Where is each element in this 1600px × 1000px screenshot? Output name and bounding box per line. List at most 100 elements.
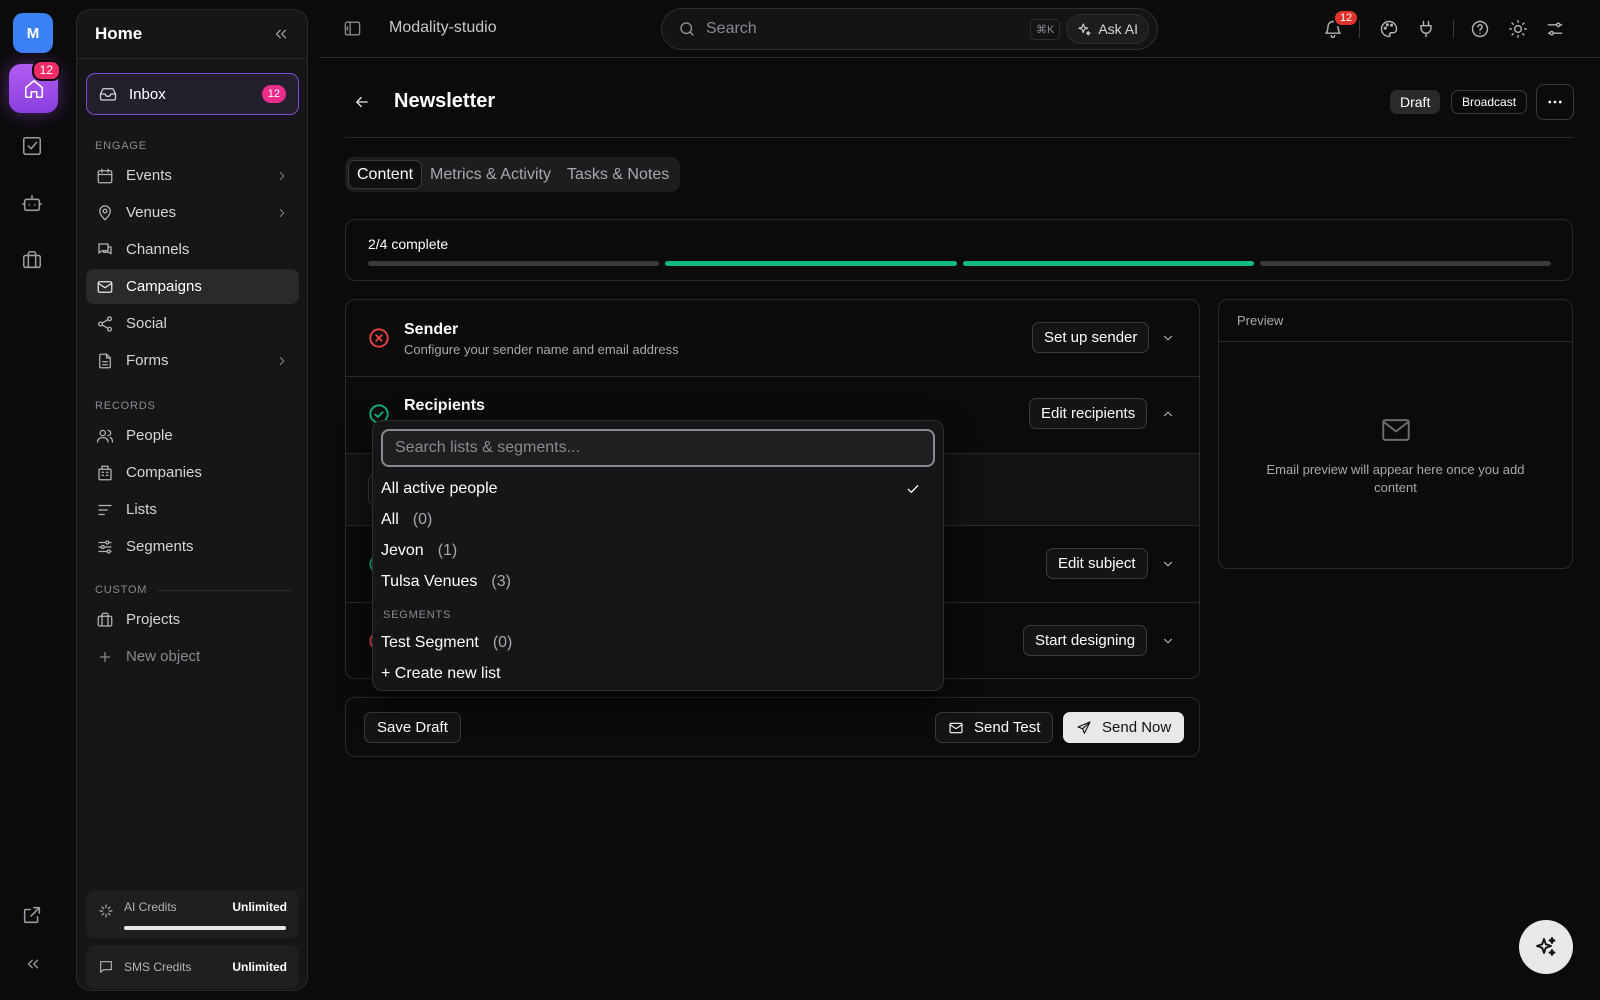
briefcase-icon: [22, 250, 42, 269]
rail-home-button[interactable]: 12: [9, 60, 61, 113]
start-designing-button[interactable]: Start designing: [1023, 625, 1148, 656]
rail-projects-button[interactable]: [21, 249, 45, 273]
more-horizontal-icon: [1548, 100, 1562, 104]
chevron-down-icon[interactable]: [1161, 634, 1175, 648]
settings-sliders-icon: [1547, 22, 1563, 36]
option-test-segment[interactable]: Test Segment (0): [381, 629, 935, 657]
help-button[interactable]: [1470, 19, 1490, 39]
app-rail: M 12: [0, 0, 68, 1000]
sidebar-item-projects[interactable]: Projects: [86, 602, 299, 637]
check-icon: [907, 485, 919, 493]
back-button[interactable]: [353, 93, 371, 111]
option-tulsa-venues[interactable]: Tulsa Venues (3): [381, 568, 935, 596]
sidebar-item-channels[interactable]: Channels: [86, 232, 299, 267]
option-count: (1): [437, 542, 458, 559]
option-jevon[interactable]: Jevon (1): [381, 537, 935, 565]
type-badge: Broadcast: [1451, 90, 1528, 114]
tab-content[interactable]: Content: [348, 160, 423, 189]
sidebar-item-label: Lists: [126, 501, 157, 518]
home-badge: 12: [31, 60, 61, 81]
search-shortcut: ⌘K: [1029, 18, 1061, 40]
ai-credits-value: Unlimited: [232, 900, 287, 914]
recipients-dropdown: Search lists & segments... All active pe…: [372, 420, 944, 691]
create-new-list-label: + Create new list: [381, 665, 501, 682]
sidebar-item-people[interactable]: People: [86, 418, 299, 453]
notification-badge: 12: [1333, 9, 1360, 27]
set-up-sender-button[interactable]: Set up sender: [1032, 322, 1150, 353]
sidebar-item-events[interactable]: Events: [86, 158, 299, 193]
sidebar-item-label: Social: [126, 315, 167, 332]
sidebar-item-social[interactable]: Social: [86, 306, 299, 341]
search-input[interactable]: Search: [706, 20, 1030, 38]
sidebar-item-campaigns[interactable]: Campaigns: [86, 269, 299, 304]
section-label-custom: CUSTOM: [95, 584, 148, 596]
sidebar-header: Home: [77, 10, 307, 59]
chevrons-left-icon: [275, 29, 287, 39]
workspace-avatar[interactable]: M: [13, 13, 53, 53]
sidebar-item-venues[interactable]: Venues: [86, 195, 299, 230]
sidebar-item-inbox[interactable]: Inbox 12: [86, 73, 299, 115]
send-now-button[interactable]: Send Now: [1063, 712, 1185, 743]
building-icon: [98, 465, 112, 480]
sidebar-item-label: Venues: [126, 204, 177, 221]
mail-icon: [949, 722, 963, 733]
settings-button[interactable]: [1545, 19, 1565, 39]
sidebar-item-lists[interactable]: Lists: [86, 492, 299, 527]
send-test-label: Send Test: [974, 719, 1041, 736]
sidebar-item-label: Forms: [126, 352, 169, 369]
top-bar: Modality-studio Search ⌘K Ask AI: [319, 0, 1600, 58]
calendar-icon: [97, 168, 113, 183]
section-divider: [158, 590, 291, 591]
appearance-button[interactable]: [1508, 19, 1528, 39]
edit-recipients-button[interactable]: Edit recipients: [1029, 398, 1148, 429]
sidebar-collapse-button[interactable]: [272, 25, 290, 43]
list-icon: [98, 504, 112, 515]
section-label-records: RECORDS: [95, 400, 156, 412]
tab-metrics-activity[interactable]: Metrics & Activity: [422, 160, 559, 189]
action-bar: Save Draft Send Test Send Now: [345, 697, 1200, 757]
option-all-active-people[interactable]: All active people: [381, 475, 935, 503]
option-label: Tulsa Venues: [381, 573, 478, 590]
save-draft-button[interactable]: Save Draft: [364, 712, 461, 743]
ai-assistant-button[interactable]: [1519, 920, 1573, 974]
chevron-down-icon[interactable]: [1161, 557, 1175, 571]
integrations-button[interactable]: [1416, 19, 1436, 39]
plug-icon: [1420, 20, 1432, 38]
option-all[interactable]: All (0): [381, 506, 935, 534]
sidebar-item-forms[interactable]: Forms: [86, 343, 299, 378]
sidebar-item-label: Events: [126, 167, 172, 184]
sidebar-item-new-object[interactable]: New object: [86, 639, 299, 674]
more-options-button[interactable]: [1536, 84, 1574, 120]
robot-icon: [22, 194, 42, 212]
rail-external-link-button[interactable]: [21, 904, 45, 928]
email-preview-panel: Preview Email preview will appear here o…: [1218, 299, 1573, 569]
global-search[interactable]: Search ⌘K Ask AI: [661, 8, 1158, 50]
tab-tasks-notes[interactable]: Tasks & Notes: [559, 160, 677, 189]
create-new-list-option[interactable]: + Create new list: [381, 660, 935, 688]
divider: [1453, 20, 1454, 38]
rail-collapse-button[interactable]: [24, 955, 42, 973]
rail-automation-button[interactable]: [21, 192, 45, 216]
divider: [1359, 20, 1360, 38]
sidebar-item-segments[interactable]: Segments: [86, 529, 299, 564]
sidebar-item-companies[interactable]: Companies: [86, 455, 299, 490]
tab-bar: Content Metrics & Activity Tasks & Notes: [345, 157, 681, 192]
help-circle-icon: [1471, 20, 1489, 38]
sms-credits-label: SMS Credits: [124, 960, 192, 974]
chevron-down-icon[interactable]: [1161, 331, 1175, 345]
ai-credits-bar: [124, 926, 286, 930]
toggle-panel-button[interactable]: [343, 19, 362, 38]
send-test-button[interactable]: Send Test: [935, 712, 1054, 743]
header-divider: [345, 137, 1573, 138]
chevron-up-icon[interactable]: [1161, 407, 1175, 421]
sidebar-item-label: Projects: [126, 611, 181, 628]
edit-subject-button[interactable]: Edit subject: [1046, 548, 1148, 579]
theme-palette-button[interactable]: [1379, 19, 1399, 39]
ask-ai-label: Ask AI: [1098, 21, 1138, 37]
ask-ai-button[interactable]: Ask AI: [1066, 14, 1149, 44]
rail-tasks-button[interactable]: [21, 135, 45, 159]
list-search-input[interactable]: Search lists & segments...: [381, 429, 935, 467]
breadcrumb[interactable]: Modality-studio: [389, 19, 497, 37]
sliders-icon: [98, 539, 112, 554]
error-circle-icon: [369, 328, 389, 348]
